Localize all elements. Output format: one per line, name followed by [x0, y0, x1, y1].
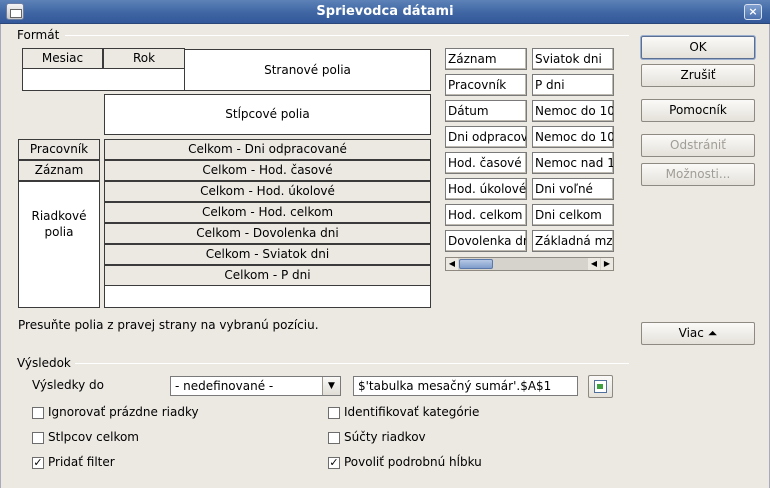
available-field[interactable]: Dátum	[445, 100, 527, 122]
identify-categories-label: Identifikovať kategórie	[344, 405, 480, 419]
ok-button[interactable]: OK	[641, 36, 755, 59]
remove-button: Odstrániť	[641, 134, 755, 157]
available-field[interactable]: Záznam	[445, 48, 527, 70]
page-area-drop-zone[interactable]: Stranové polia	[184, 49, 431, 91]
available-field[interactable]: Hod. celkom	[445, 204, 527, 226]
available-field[interactable]: Nemoc do 10	[532, 100, 614, 122]
ignore-empty-rows-label: Ignorovať prázdne riadky	[48, 405, 199, 419]
dialog-body: Formát Stranové polia Mesiac Rok Stĺpcov…	[0, 24, 770, 488]
options-button: Možnosti...	[641, 163, 755, 186]
available-fields-scrollbar[interactable]: ◀ ◀ ▶	[445, 257, 614, 271]
layout-section-label: Formát	[17, 28, 60, 42]
checkmark-icon: ✓	[329, 456, 339, 469]
total-rows-checkbox[interactable]	[328, 432, 340, 444]
output-select[interactable]: - nedefinované - ▼	[170, 376, 341, 396]
add-filter-checkbox[interactable]: ✓	[32, 457, 44, 469]
enable-drilldown-checkbox[interactable]: ✓	[328, 457, 340, 469]
available-field[interactable]: P dni	[532, 74, 614, 96]
scroll-left-icon[interactable]: ◀	[588, 258, 600, 270]
layout-section-divider	[65, 35, 629, 36]
data-field[interactable]: Celkom - Dni odpracované	[104, 139, 431, 160]
row-area-drop-zone[interactable]: Riadkové polia	[18, 181, 100, 308]
available-field[interactable]: Hod. úkolové	[445, 178, 527, 200]
available-field[interactable]: Základná mz	[532, 230, 614, 252]
enable-drilldown-label: Povoliť podrobnú hĺbku	[344, 455, 482, 469]
available-field[interactable]: Sviatok dni	[532, 48, 614, 70]
total-rows-label: Súčty riadkov	[344, 430, 426, 444]
page-field-mesiac[interactable]: Mesiac	[22, 48, 103, 69]
total-columns-label: Stlpcov celkom	[48, 430, 139, 444]
available-field[interactable]: Pracovník	[445, 74, 527, 96]
result-section-divider	[75, 363, 629, 364]
more-button[interactable]: Viac ⏶	[641, 322, 755, 345]
data-field[interactable]: Celkom - Hod. celkom	[104, 202, 431, 223]
column-area-drop-zone[interactable]: Stĺpcové polia	[104, 94, 431, 135]
checkmark-icon: ✓	[33, 456, 43, 469]
output-address-input[interactable]: $'tabulka mesačný sumár'.$A$1	[353, 376, 578, 396]
scroll-left-icon[interactable]: ◀	[446, 258, 458, 270]
data-field[interactable]: Celkom - Hod. úkolové	[104, 181, 431, 202]
data-field[interactable]: Celkom - Sviatok dni	[104, 244, 431, 265]
column-area-label: Stĺpcové polia	[225, 107, 310, 121]
double-chevron-up-icon: ⏶	[707, 326, 718, 340]
row-area-label: Riadkové polia	[31, 209, 87, 239]
output-select-value: - nedefinované -	[175, 379, 274, 393]
chevron-down-icon[interactable]: ▼	[322, 377, 340, 395]
total-columns-checkbox[interactable]	[32, 432, 44, 444]
data-field[interactable]: Celkom - P dni	[104, 265, 431, 286]
shrink-dialog-button[interactable]	[588, 375, 613, 398]
scroll-right-icon[interactable]: ▶	[601, 258, 613, 270]
available-field[interactable]: Dni voľné	[532, 178, 614, 200]
available-field[interactable]: Dni celkom	[532, 204, 614, 226]
row-field-zaznam[interactable]: Záznam	[18, 160, 100, 181]
output-label: Výsledky do	[32, 378, 104, 392]
identify-categories-checkbox[interactable]	[328, 407, 340, 419]
result-section-label: Výsledok	[17, 356, 71, 370]
page-area-label: Stranové polia	[264, 63, 351, 77]
add-filter-label: Pridať filter	[48, 455, 115, 469]
close-icon[interactable]: ×	[744, 4, 762, 20]
data-field[interactable]: Celkom - Hod. časové	[104, 160, 431, 181]
title-bar: Sprievodca dátami ×	[0, 0, 770, 24]
page-field-rok[interactable]: Rok	[103, 48, 185, 69]
available-field[interactable]: Nemoc do 10	[532, 126, 614, 148]
data-field[interactable]: Celkom - Dovolenka dni	[104, 223, 431, 244]
drag-hint-text: Presuňte polia z pravej strany na vybran…	[18, 318, 319, 332]
scroll-thumb[interactable]	[459, 259, 493, 269]
more-button-label: Viac	[678, 326, 704, 340]
select-range-icon	[594, 380, 607, 393]
ignore-empty-rows-checkbox[interactable]	[32, 407, 44, 419]
available-field[interactable]: Hod. časové	[445, 152, 527, 174]
cancel-button[interactable]: Zrušiť	[641, 64, 755, 87]
available-field[interactable]: Dovolenka dn	[445, 230, 527, 252]
available-field[interactable]: Dni odpracov	[445, 126, 527, 148]
page-area-extension	[22, 68, 185, 91]
row-field-pracovnik[interactable]: Pracovník	[18, 139, 100, 160]
window-title: Sprievodca dátami	[316, 4, 454, 19]
help-button[interactable]: Pomocník	[641, 99, 755, 122]
available-field[interactable]: Nemoc nad 1	[532, 152, 614, 174]
